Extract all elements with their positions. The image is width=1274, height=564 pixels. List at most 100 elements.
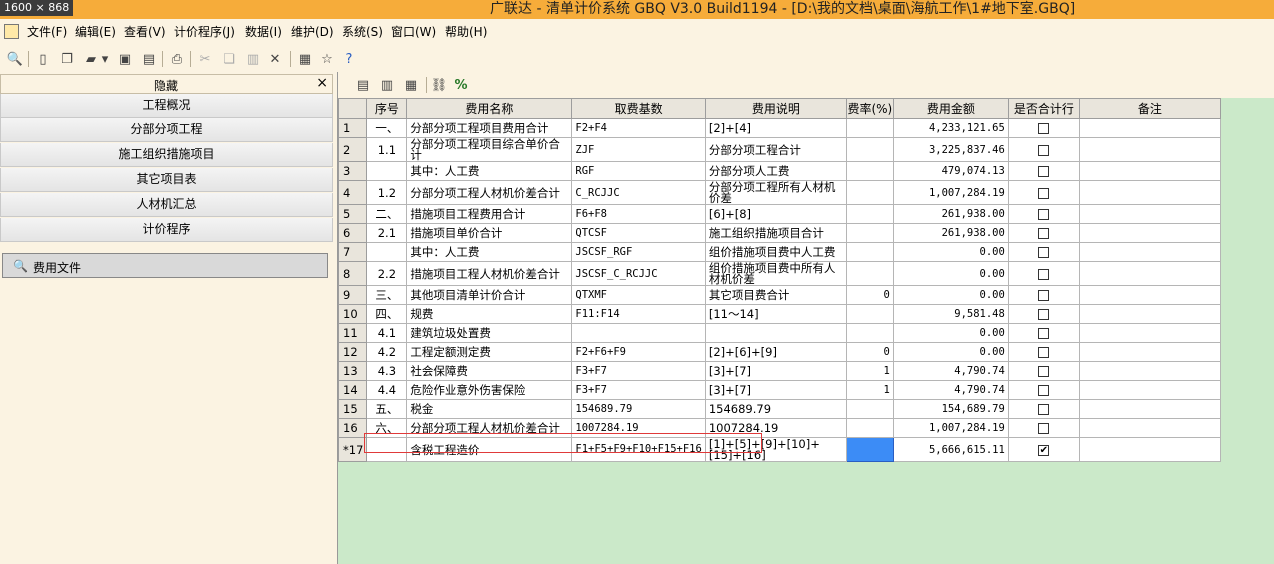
- row-number[interactable]: 1: [337, 118, 368, 138]
- note-cell[interactable]: [1078, 342, 1221, 362]
- is-total-cell[interactable]: [1007, 261, 1080, 286]
- rate-cell[interactable]: [845, 161, 894, 181]
- menu-system[interactable]: 系统(S): [342, 25, 383, 39]
- amount-cell[interactable]: 4,790.74: [892, 380, 1009, 400]
- note-cell[interactable]: [1078, 137, 1221, 162]
- checkbox[interactable]: [1038, 247, 1050, 258]
- paste-icon[interactable]: ▥: [244, 50, 262, 68]
- rate-cell[interactable]: [845, 137, 894, 162]
- rate-cell[interactable]: [845, 180, 894, 205]
- fee-name-cell[interactable]: 含税工程造价: [406, 437, 573, 462]
- print-icon[interactable]: ⎙: [168, 50, 186, 68]
- row-number[interactable]: 15: [337, 399, 368, 419]
- seq-cell[interactable]: 4.2: [366, 342, 408, 362]
- seq-cell[interactable]: 二、: [366, 204, 408, 224]
- table-row[interactable]: *17 含税工程造价 F1+F5+F9+F10+F15+F16 [1]+[5]+[9]…: [337, 437, 1221, 462]
- fee-name-cell[interactable]: 其中：人工费: [406, 242, 573, 262]
- is-total-cell[interactable]: [1007, 418, 1080, 438]
- is-total-cell[interactable]: [1007, 361, 1080, 381]
- amount-cell[interactable]: 261,938.00: [892, 204, 1009, 224]
- description-cell[interactable]: [2]+[4]: [704, 118, 847, 138]
- seq-cell[interactable]: 4.3: [366, 361, 408, 381]
- col-header-rate[interactable]: 费率(%): [845, 98, 894, 119]
- new-file-icon[interactable]: ▯: [34, 50, 52, 68]
- checkbox[interactable]: [1038, 209, 1050, 220]
- base-cell[interactable]: ZJF: [571, 137, 706, 162]
- seq-cell[interactable]: 六、: [366, 418, 408, 438]
- col-header-fee-name[interactable]: 费用名称: [406, 98, 573, 119]
- description-cell[interactable]: [11～14]: [704, 304, 847, 324]
- table-row[interactable]: 16 六、 分部分项工程人材机价差合计 1007284.19 1007284.19 1,0…: [337, 418, 1221, 438]
- seq-cell[interactable]: 2.2: [366, 261, 408, 286]
- rate-cell[interactable]: [845, 437, 894, 462]
- seq-cell[interactable]: 4.4: [366, 380, 408, 400]
- is-total-cell[interactable]: [1007, 223, 1080, 243]
- checkbox[interactable]: [1038, 123, 1050, 134]
- fee-name-cell[interactable]: 分部分项工程项目综合单价合计: [406, 137, 573, 162]
- menu-pricing-program[interactable]: 计价程序(J): [174, 25, 235, 39]
- row-number[interactable]: 6: [337, 223, 368, 243]
- base-cell[interactable]: F2+F6+F9: [571, 342, 706, 362]
- amount-cell[interactable]: 3,225,837.46: [892, 137, 1009, 162]
- amount-cell[interactable]: 0.00: [892, 323, 1009, 343]
- col-header-is-total[interactable]: 是否合计行: [1007, 98, 1080, 119]
- fee-name-cell[interactable]: 其他项目清单计价合计: [406, 285, 573, 305]
- seq-cell[interactable]: [366, 161, 408, 181]
- is-total-cell[interactable]: [1007, 137, 1080, 162]
- note-cell[interactable]: [1078, 285, 1221, 305]
- amount-cell[interactable]: 5,666,615.11: [892, 437, 1009, 462]
- nav-sub-items[interactable]: 分部分项工程: [0, 118, 333, 142]
- col-header-base[interactable]: 取费基数: [571, 98, 706, 119]
- is-total-cell[interactable]: [1007, 304, 1080, 324]
- row-number[interactable]: 9: [337, 285, 368, 305]
- is-total-cell[interactable]: [1007, 161, 1080, 181]
- description-cell[interactable]: 1007284.19: [704, 418, 847, 438]
- copy-icon[interactable]: ❏: [220, 50, 238, 68]
- note-cell[interactable]: [1078, 242, 1221, 262]
- menu-help[interactable]: 帮助(H): [445, 25, 487, 39]
- checkbox[interactable]: [1038, 347, 1050, 358]
- seq-cell[interactable]: [366, 242, 408, 262]
- rate-cell[interactable]: [845, 399, 894, 419]
- nav-labor-material-summary[interactable]: 人材机汇总: [0, 193, 333, 217]
- note-cell[interactable]: [1078, 361, 1221, 381]
- base-cell[interactable]: F11:F14: [571, 304, 706, 324]
- checkbox[interactable]: [1038, 187, 1050, 199]
- base-cell[interactable]: 1007284.19: [571, 418, 706, 438]
- menu-window[interactable]: 窗口(W): [391, 25, 436, 39]
- fee-file-button[interactable]: 🔍 费用文件: [2, 253, 328, 278]
- seq-cell[interactable]: 2.1: [366, 223, 408, 243]
- col-header-description[interactable]: 费用说明: [704, 98, 847, 119]
- menu-maintain[interactable]: 维护(D): [291, 25, 334, 39]
- col-header-seq[interactable]: 序号: [366, 98, 408, 119]
- description-cell[interactable]: 其它项目费合计: [704, 285, 847, 305]
- amount-cell[interactable]: 0.00: [892, 285, 1009, 305]
- description-cell[interactable]: 分部分项工程合计: [704, 137, 847, 162]
- note-cell[interactable]: [1078, 418, 1221, 438]
- checkbox[interactable]: [1038, 404, 1050, 415]
- add-child-icon[interactable]: ▥: [378, 76, 396, 94]
- fee-name-cell[interactable]: 规费: [406, 304, 573, 324]
- is-total-cell[interactable]: [1007, 242, 1080, 262]
- checkbox[interactable]: [1038, 328, 1050, 339]
- nav-other-items[interactable]: 其它项目表: [0, 168, 333, 192]
- description-cell[interactable]: 分部分项工程所有人材机价差: [704, 180, 847, 205]
- row-number[interactable]: 14: [337, 380, 368, 400]
- amount-cell[interactable]: 1,007,284.19: [892, 180, 1009, 205]
- rate-cell[interactable]: [845, 223, 894, 243]
- fee-name-cell[interactable]: 分部分项工程项目费用合计: [406, 118, 573, 138]
- amount-cell[interactable]: 1,007,284.19: [892, 418, 1009, 438]
- seq-cell[interactable]: 四、: [366, 304, 408, 324]
- is-total-cell[interactable]: [1007, 323, 1080, 343]
- app-icon[interactable]: [4, 24, 19, 39]
- save-icon[interactable]: ▣: [116, 50, 134, 68]
- row-number[interactable]: 8: [337, 261, 368, 286]
- rate-cell[interactable]: 1: [845, 361, 894, 381]
- table-row[interactable]: 6 2.1 措施项目单价合计 QTCSF 施工组织措施项目合计 261,938.00: [337, 223, 1221, 243]
- copy-file-icon[interactable]: ❐: [58, 50, 76, 68]
- rate-cell[interactable]: [845, 323, 894, 343]
- seq-cell[interactable]: 三、: [366, 285, 408, 305]
- base-cell[interactable]: QTCSF: [571, 223, 706, 243]
- fee-name-cell[interactable]: 措施项目工程人材机价差合计: [406, 261, 573, 286]
- base-cell[interactable]: F6+F8: [571, 204, 706, 224]
